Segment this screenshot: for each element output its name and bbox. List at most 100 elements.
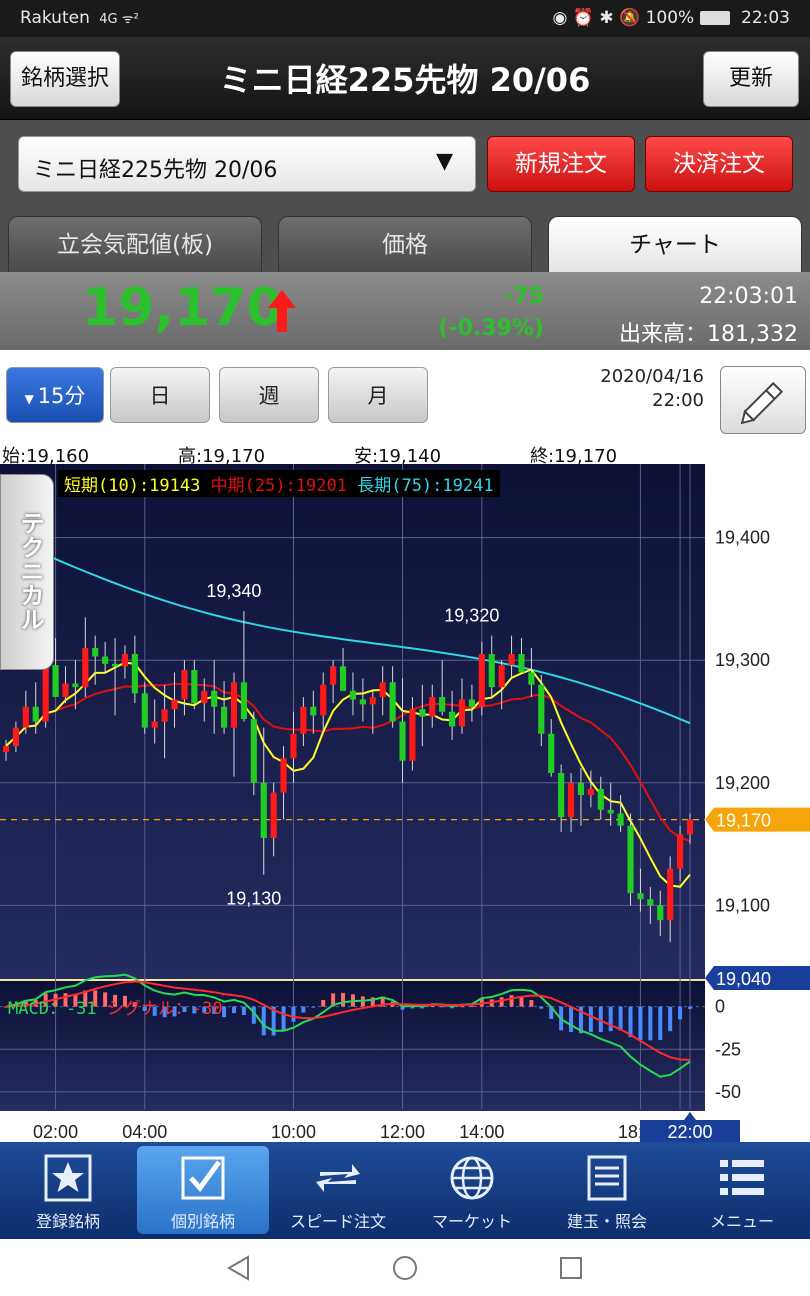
candle-body	[637, 893, 644, 900]
nav-favorites[interactable]: 登録銘柄	[2, 1146, 134, 1234]
macd-histogram-bar	[499, 997, 504, 1007]
checkbox-icon	[181, 1156, 225, 1200]
candle-body	[72, 683, 79, 688]
macd-histogram-bar	[628, 1006, 633, 1038]
current-price-tag: 19,170	[716, 811, 771, 831]
recents-icon[interactable]	[558, 1255, 584, 1281]
macd-histogram-bar	[430, 1005, 435, 1007]
menu-list-icon	[720, 1160, 764, 1195]
macd-histogram-bar	[222, 1006, 227, 1018]
new-order-button[interactable]: 新規注文	[487, 136, 635, 192]
candle-body	[62, 683, 69, 697]
period-week-button[interactable]: 週	[219, 367, 319, 423]
candle-body	[359, 699, 366, 705]
macd-histogram-bar	[588, 1006, 593, 1032]
main-plot-bg	[0, 464, 705, 979]
candle-body	[647, 899, 654, 906]
symbol-select-button[interactable]: 銘柄選択	[10, 51, 120, 107]
battery-percent: 100%	[645, 8, 695, 28]
y-tick-label: 19,200	[715, 773, 770, 793]
period-month-button[interactable]: 月	[328, 367, 428, 423]
symbol-dropdown-value: ミニ日経225先物 20/06	[33, 158, 278, 183]
candle-body	[300, 706, 307, 734]
quote-time: 22:03:01	[699, 284, 798, 309]
price-annotation: 19,130	[226, 889, 281, 909]
price-up-arrow-icon	[268, 290, 296, 332]
tab-order-book[interactable]: 立会気配値(板)	[8, 216, 262, 272]
macd-histogram-bar	[440, 1006, 445, 1008]
macd-histogram-bar	[648, 1006, 653, 1041]
candle-body	[320, 684, 327, 716]
candle-body	[657, 905, 664, 921]
candle-body	[330, 666, 337, 685]
status-right: ◉ ⏰ ✱ 🔕 100% 22:03	[553, 8, 790, 28]
technical-tab-label: テクニカル	[16, 511, 44, 631]
candle-body	[369, 696, 376, 705]
status-clock: 22:03	[741, 8, 790, 28]
candle-body	[111, 663, 119, 667]
candlestick-chart[interactable]: 19,400 19,300 19,200 19,100 02:00 04:00 10:00 1…	[0, 464, 810, 1142]
status-bar: Rakuten 4G ᯤ² ◉ ⏰ ✱ 🔕 100% 22:03	[0, 0, 810, 37]
tab-price[interactable]: 価格	[278, 216, 532, 272]
candle-body	[250, 719, 257, 783]
candle-body	[389, 682, 396, 722]
macd-histogram-bar	[341, 992, 346, 1007]
candle-body	[92, 647, 99, 657]
candle-body	[498, 665, 505, 688]
chart-controls: ▼ 15分 日 週 月 2020/04/16 22:00	[0, 350, 810, 442]
candle-body	[587, 788, 594, 796]
signal-legend-value: シグナル：-30	[106, 999, 223, 1019]
candle-body	[567, 782, 575, 818]
macd-histogram-bar	[519, 996, 524, 1007]
status-carrier: Rakuten 4G ᯤ²	[20, 8, 139, 28]
chart-area[interactable]: 19,400 19,300 19,200 19,100 02:00 04:00 10:00 1…	[0, 464, 810, 1142]
candle-body	[627, 825, 634, 894]
period-15min-button[interactable]: ▼ 15分	[6, 367, 104, 423]
price-change-pct: (-0.39%)	[438, 316, 544, 341]
page-title: ミニ日経225先物 20/06	[219, 61, 591, 99]
candle-body	[2, 746, 10, 753]
price-annotation: 19,320	[444, 606, 499, 626]
y-tick-label: 19,100	[715, 895, 770, 915]
home-icon[interactable]	[392, 1255, 418, 1281]
quote-panel: 19,170 -75 (-0.39%) 22:03:01 出来高：181,332	[0, 272, 810, 350]
candle-body	[82, 647, 89, 688]
symbol-dropdown[interactable]: ミニ日経225先物 20/06 ▼	[18, 136, 476, 192]
draw-pencil-button[interactable]	[720, 366, 806, 434]
macd-histogram-bar	[529, 1000, 534, 1007]
x-tick-label: 10:00	[271, 1122, 316, 1142]
pencil-icon	[740, 381, 784, 425]
candle-body	[667, 868, 674, 921]
ohlc-row: 始:19,160 高:19,170 安:19,140 終:19,170	[0, 442, 810, 467]
candle-body	[191, 670, 198, 704]
macd-histogram-bar	[232, 1006, 236, 1014]
x-tick-label: 04:00	[122, 1122, 167, 1142]
candle-body	[468, 699, 475, 707]
candle-body	[379, 682, 386, 697]
price-change: -75	[504, 284, 544, 309]
nav-market[interactable]: マーケット	[406, 1146, 538, 1234]
period-day-button[interactable]: 日	[110, 367, 210, 423]
nav-positions[interactable]: 建玉・照会	[541, 1146, 673, 1234]
refresh-button[interactable]: 更新	[703, 51, 799, 107]
nav-individual[interactable]: 個別銘柄	[137, 1146, 269, 1234]
volume: 出来高：181,332	[619, 322, 798, 347]
technical-side-tab[interactable]: テクニカル	[0, 474, 54, 670]
candle-body	[458, 699, 466, 727]
candle-body	[548, 733, 555, 773]
close-order-button[interactable]: 決済注文	[645, 136, 793, 192]
candle-body	[478, 654, 485, 707]
candle-body	[310, 706, 317, 716]
candle-body	[221, 706, 228, 728]
candle-body	[12, 727, 19, 747]
nav-menu[interactable]: メニュー	[676, 1146, 808, 1234]
nav-speed-order[interactable]: スピード注文	[272, 1146, 404, 1234]
candle-body	[211, 690, 218, 707]
candle-body	[439, 696, 446, 712]
dropdown-arrow-icon: ▼	[436, 149, 453, 174]
back-icon[interactable]	[226, 1255, 252, 1281]
tab-chart[interactable]: チャート	[548, 216, 802, 272]
candle-body	[617, 813, 624, 826]
candle-body	[32, 706, 39, 722]
candle-body	[22, 706, 29, 728]
